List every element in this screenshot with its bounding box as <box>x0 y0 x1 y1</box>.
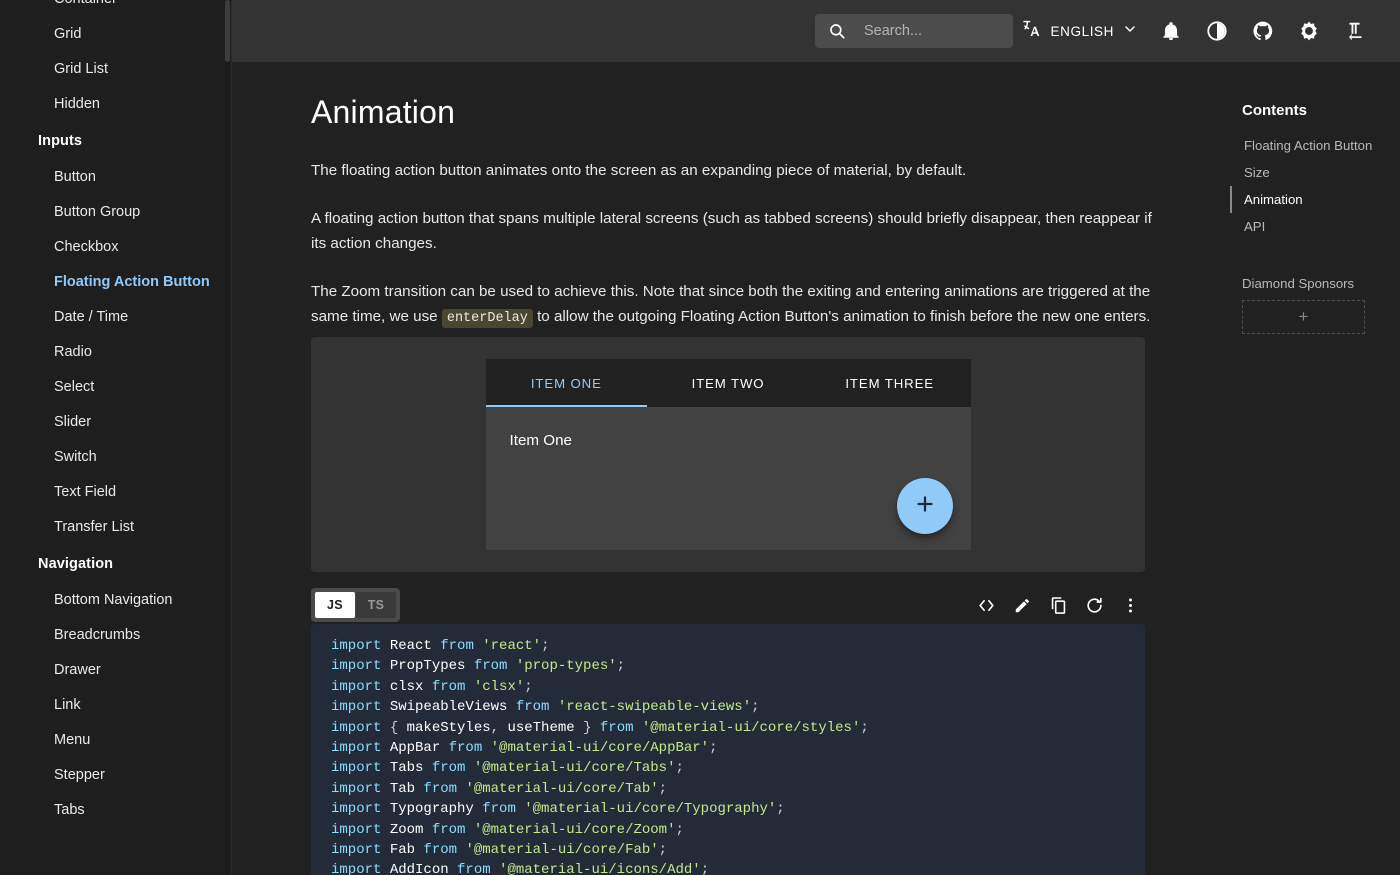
header-actions: ENGLISH <box>1010 0 1378 62</box>
notifications-bell-icon[interactable] <box>1148 8 1194 54</box>
sidebar-item-hidden[interactable]: Hidden <box>0 87 231 122</box>
code-content: import React from 'react'; import PropTy… <box>331 636 1125 875</box>
github-icon[interactable] <box>1240 8 1286 54</box>
sidebar-item-drawer[interactable]: Drawer <box>0 653 231 688</box>
add-plus-icon <box>913 492 937 521</box>
sidebar-scroll-area: ContainerGridGrid ListHiddenInputsButton… <box>0 0 231 838</box>
diamond-sponsors-title: Diamond Sponsors <box>1242 276 1382 291</box>
brightness-theme-icon[interactable] <box>1286 8 1332 54</box>
sidebar-item-tabs[interactable]: Tabs <box>0 793 231 828</box>
plus-icon: + <box>1299 307 1309 327</box>
sidebar-item-menu[interactable]: Menu <box>0 723 231 758</box>
sidebar-scrollbar-thumb[interactable] <box>225 0 230 62</box>
toc-item-animation[interactable]: Animation <box>1230 186 1382 213</box>
table-of-contents: Contents Floating Action ButtonSizeAnima… <box>1242 102 1382 334</box>
article-paragraph-3: The Zoom transition can be used to achie… <box>311 279 1162 331</box>
copy-icon[interactable] <box>1043 590 1073 620</box>
app-root: ContainerGridGrid ListHiddenInputsButton… <box>0 0 1400 875</box>
sidebar-item-floating-action-button[interactable]: Floating Action Button <box>0 265 231 300</box>
search-input[interactable]: Search... <box>815 14 1013 48</box>
article-paragraph-1: The floating action button animates onto… <box>311 158 1162 183</box>
lang-toggle-js[interactable]: JS <box>315 592 355 618</box>
floating-action-button[interactable] <box>897 478 953 534</box>
more-options-icon[interactable] <box>1115 590 1145 620</box>
demo-tab-item-two[interactable]: Item Two <box>647 359 809 407</box>
sidebar-item-button[interactable]: Button <box>0 160 231 195</box>
toc-item-api[interactable]: API <box>1230 213 1382 240</box>
show-source-code-icon[interactable] <box>971 590 1001 620</box>
toc-title: Contents <box>1242 102 1382 119</box>
reset-focus-icon[interactable] <box>1079 590 1109 620</box>
language-toggle-group: JSTS <box>311 588 400 622</box>
sidebar-group-inputs: Inputs <box>0 122 231 160</box>
paragraph-3-text-after: to allow the outgoing Floating Action Bu… <box>533 308 1151 325</box>
add-sponsor-placeholder[interactable]: + <box>1242 300 1365 334</box>
sidebar-item-grid[interactable]: Grid <box>0 17 231 52</box>
sidebar-item-bottom-navigation[interactable]: Bottom Navigation <box>0 583 231 618</box>
sidebar-item-stepper[interactable]: Stepper <box>0 758 231 793</box>
app-header: Search... ENGLISH <box>232 0 1400 62</box>
search-icon <box>828 22 846 40</box>
sidebar-item-button-group[interactable]: Button Group <box>0 195 231 230</box>
code-actions <box>971 590 1145 620</box>
sidebar-item-slider[interactable]: Slider <box>0 405 231 440</box>
sidebar-item-switch[interactable]: Switch <box>0 440 231 475</box>
sidebar-item-breadcrumbs[interactable]: Breadcrumbs <box>0 618 231 653</box>
demo-tabs-fab: Item OneItem TwoItem Three Item One <box>486 359 971 550</box>
page-title: Animation <box>311 92 1162 132</box>
toc-list: Floating Action ButtonSizeAnimationAPI <box>1242 132 1382 240</box>
sidebar-item-transfer-list[interactable]: Transfer List <box>0 510 231 545</box>
demo-appbar: Item OneItem TwoItem Three <box>486 359 971 407</box>
chevron-down-icon <box>1122 21 1138 42</box>
code-toolbar: JSTS <box>311 585 1145 625</box>
inline-code-enterdelay: enterDelay <box>442 309 533 328</box>
sidebar-item-link[interactable]: Link <box>0 688 231 723</box>
code-block[interactable]: import React from 'react'; import PropTy… <box>311 624 1145 875</box>
toc-item-size[interactable]: Size <box>1230 159 1382 186</box>
search-placeholder: Search... <box>864 23 922 39</box>
demo-container: Item OneItem TwoItem Three Item One <box>311 337 1145 572</box>
demo-tab-item-one[interactable]: Item One <box>486 359 648 407</box>
text-direction-rtl-icon[interactable] <box>1332 8 1378 54</box>
article-paragraph-2: A floating action button that spans mult… <box>311 206 1162 256</box>
sidebar-item-radio[interactable]: Radio <box>0 335 231 370</box>
sidebar-item-text-field[interactable]: Text Field <box>0 475 231 510</box>
translate-icon <box>1020 17 1043 45</box>
demo-tab-panel: Item One <box>486 407 971 550</box>
language-label: ENGLISH <box>1051 24 1114 39</box>
sidebar-group-navigation: Navigation <box>0 545 231 583</box>
language-selector[interactable]: ENGLISH <box>1010 11 1148 51</box>
edit-in-codesandbox-icon[interactable] <box>1007 590 1037 620</box>
sidebar-item-container[interactable]: Container <box>0 0 231 17</box>
sidebar-item-grid-list[interactable]: Grid List <box>0 52 231 87</box>
sidebar-scrollbar-track[interactable] <box>225 0 230 875</box>
toc-item-floating-action-button[interactable]: Floating Action Button <box>1230 132 1382 159</box>
contrast-toggle-icon[interactable] <box>1194 8 1240 54</box>
sidebar-item-checkbox[interactable]: Checkbox <box>0 230 231 265</box>
sidebar-item-date-time[interactable]: Date / Time <box>0 300 231 335</box>
demo-tab-item-three[interactable]: Item Three <box>809 359 971 407</box>
article: Animation The floating action button ani… <box>311 92 1162 354</box>
left-sidebar-nav: ContainerGridGrid ListHiddenInputsButton… <box>0 0 232 875</box>
sidebar-item-select[interactable]: Select <box>0 370 231 405</box>
lang-toggle-ts[interactable]: TS <box>356 592 396 618</box>
main-content: Animation The floating action button ani… <box>232 62 1400 875</box>
tab-panel-text: Item One <box>510 429 947 453</box>
